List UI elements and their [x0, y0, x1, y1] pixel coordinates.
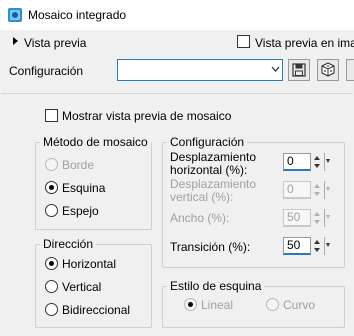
preview-on-image-checkbox[interactable] [237, 35, 250, 48]
corner-linear-radio[interactable] [184, 298, 197, 311]
h-offset-dropdown[interactable] [324, 153, 331, 171]
settings-group-title: Configuración [167, 135, 248, 149]
preview-toggle-label[interactable]: Vista previa [24, 36, 86, 50]
direction-horizontal-radio[interactable] [45, 257, 58, 270]
h-offset-label-line2: horizontal (%): [170, 163, 248, 177]
direction-bidirectional-radio[interactable] [45, 303, 58, 316]
corner-curved-radio[interactable] [266, 298, 279, 311]
v-offset-dropdown[interactable] [324, 181, 331, 199]
config-preset-select[interactable] [117, 59, 283, 81]
width-input[interactable]: 50 [283, 209, 311, 227]
save-icon [292, 63, 306, 77]
method-corner-label[interactable]: Esquina [62, 181, 105, 195]
transition-dropdown[interactable] [324, 237, 331, 255]
direction-horizontal-label[interactable]: Horizontal [62, 257, 116, 271]
method-mirror-label[interactable]: Espejo [62, 204, 99, 218]
mosaic-preview-label[interactable]: Mostrar vista previa de mosaico [62, 109, 231, 123]
preview-row: Vista previa Vista previa en imag [0, 32, 354, 54]
title-bar: Mosaico integrado [0, 0, 354, 30]
width-label: Ancho (%): [170, 211, 230, 225]
transition-stepper[interactable] [312, 237, 322, 255]
dice-icon [321, 62, 335, 77]
direction-vertical-label[interactable]: Vertical [62, 280, 101, 294]
window-title: Mosaico integrado [28, 8, 127, 22]
randomize-button[interactable] [317, 59, 339, 81]
corner-style-group-title: Estilo de esquina [167, 279, 265, 293]
h-offset-input[interactable]: 0 [283, 153, 311, 171]
direction-group-title: Dirección [40, 237, 97, 251]
transition-input[interactable]: 50 [283, 237, 311, 255]
expand-arrow-icon[interactable] [13, 37, 18, 45]
corner-curved-label[interactable]: Curvo [283, 298, 315, 312]
v-offset-input[interactable]: 0 [283, 181, 311, 199]
mosaic-preview-checkbox[interactable] [45, 109, 58, 122]
direction-bidirectional-label[interactable]: Bidireccional [62, 303, 130, 317]
chevron-down-icon [271, 66, 280, 72]
width-dropdown[interactable] [324, 209, 331, 227]
method-group-title: Método de mosaico [40, 135, 151, 149]
v-offset-label-line2: vertical (%): [170, 190, 234, 204]
direction-vertical-radio[interactable] [45, 280, 58, 293]
psp-app-icon [8, 8, 22, 22]
config-label: Configuración [9, 64, 84, 78]
overflow-button[interactable] [346, 59, 354, 81]
h-offset-stepper[interactable] [312, 153, 322, 171]
v-offset-stepper[interactable] [312, 181, 322, 199]
method-edge-radio[interactable] [45, 158, 58, 171]
method-corner-radio[interactable] [45, 181, 58, 194]
transition-label: Transición (%): [170, 240, 251, 254]
save-preset-button[interactable] [288, 59, 310, 81]
method-mirror-radio[interactable] [45, 204, 58, 217]
corner-linear-label[interactable]: Lineal [201, 298, 233, 312]
method-edge-label[interactable]: Borde [62, 158, 94, 172]
width-stepper[interactable] [312, 209, 322, 227]
config-row: Configuración [0, 56, 354, 86]
preview-on-image-label[interactable]: Vista previa en imag [255, 36, 354, 50]
